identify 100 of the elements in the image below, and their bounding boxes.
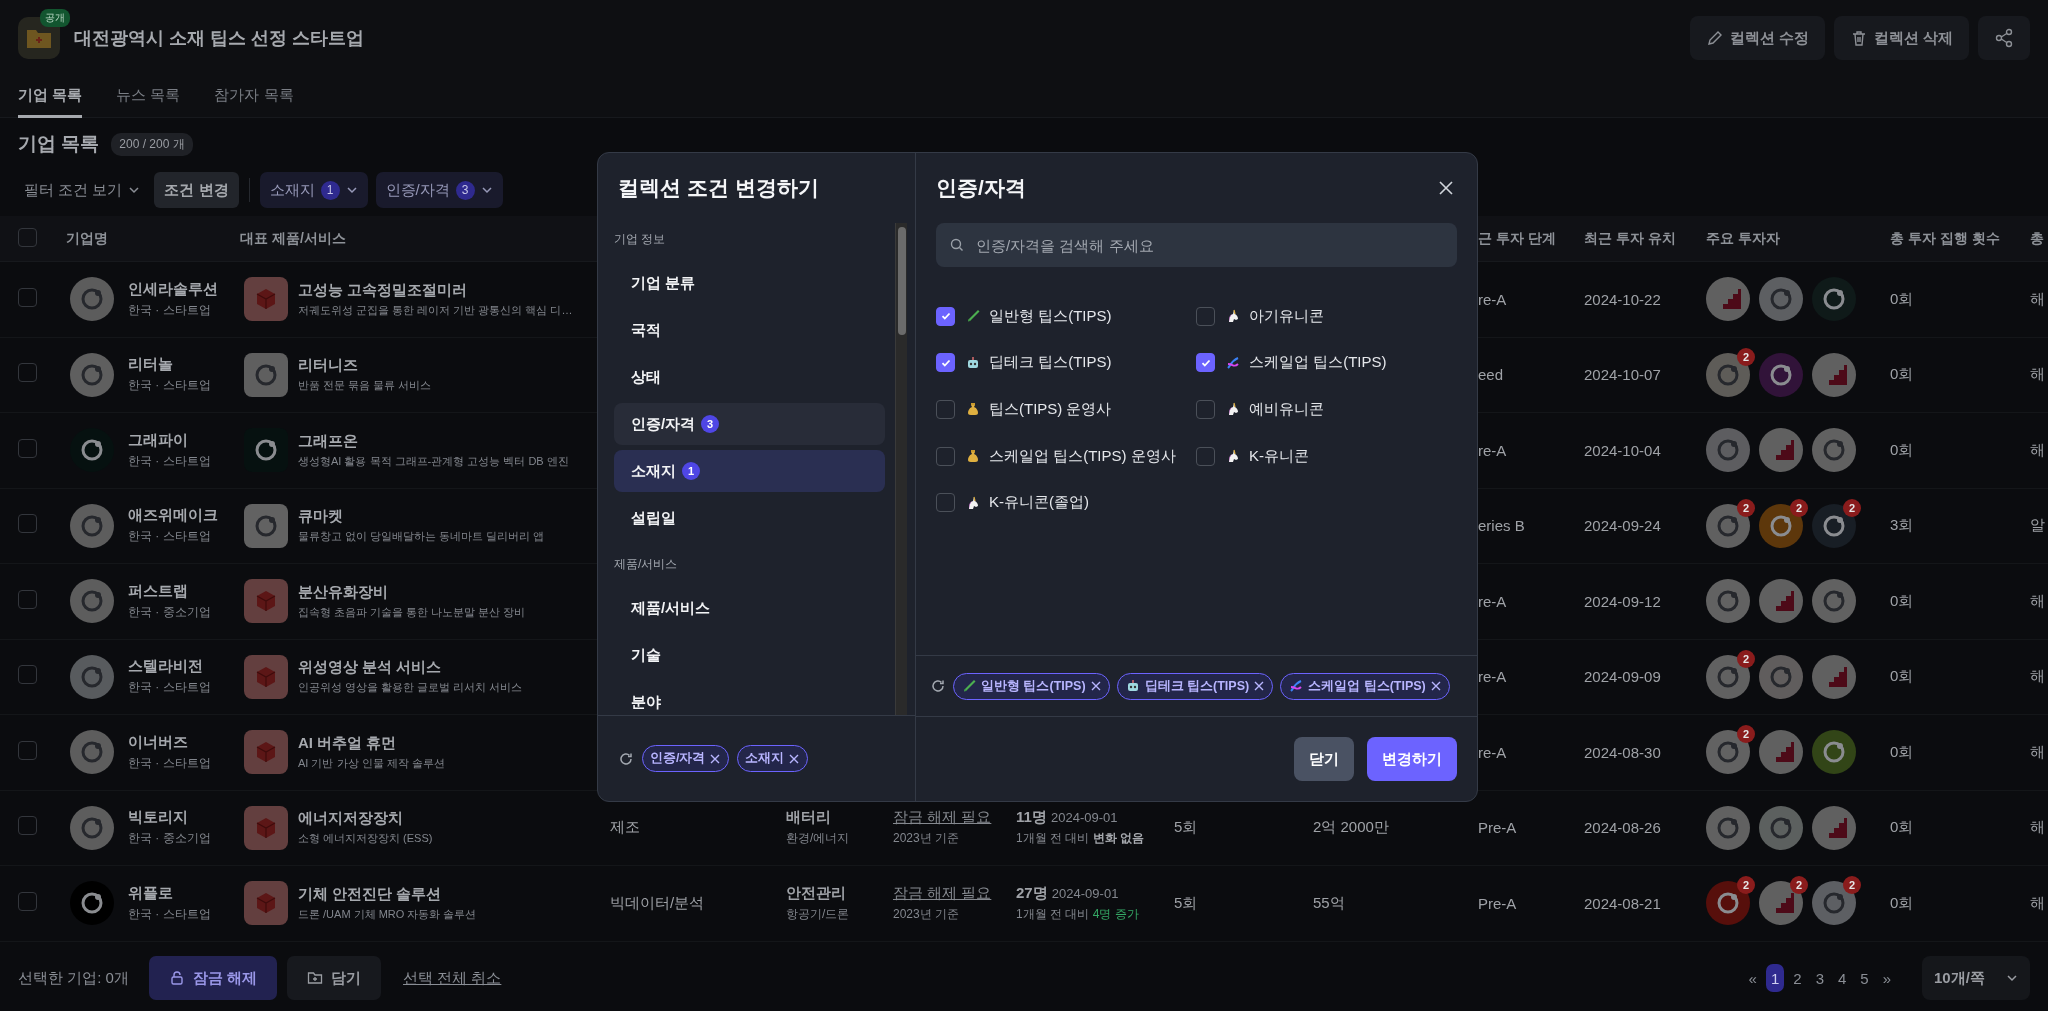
company-name[interactable]: 위플로 bbox=[128, 883, 211, 903]
checkbox[interactable] bbox=[18, 816, 37, 836]
filter-chip[interactable]: 소재지 1 bbox=[259, 172, 368, 208]
filter-category[interactable]: 상태 bbox=[614, 356, 885, 398]
option-label[interactable]: 스케일업 팁스(TIPS) 운영사 bbox=[989, 446, 1176, 466]
edit-button[interactable]: 컬렉션 수정 bbox=[1689, 16, 1825, 60]
product-name[interactable]: 분산유화장비 bbox=[298, 582, 526, 602]
clear-selection-link[interactable]: 선택 전체 취소 bbox=[391, 956, 514, 1000]
close-icon[interactable] bbox=[788, 752, 801, 765]
checkbox[interactable] bbox=[1196, 306, 1215, 326]
refresh-icon[interactable] bbox=[618, 750, 634, 767]
option-label[interactable]: 팁스(TIPS) 운영사 bbox=[989, 400, 1112, 419]
change-filter-button[interactable]: 조건 변경 bbox=[154, 172, 239, 208]
product-name[interactable]: 고성능 고속정밀조절미러 bbox=[298, 280, 573, 300]
table-cell-text: 2024-10-04 bbox=[1584, 441, 1662, 459]
unlock-link[interactable]: 잠금 해제 필요 bbox=[893, 883, 1016, 903]
company-name[interactable]: 리터놀 bbox=[128, 355, 211, 375]
tab[interactable]: 뉴스 목록 bbox=[116, 76, 181, 118]
delete-button[interactable]: 컬렉션 삭제 bbox=[1833, 16, 1969, 60]
option-label[interactable]: K-유니콘(졸업) bbox=[989, 493, 1089, 513]
close-icon[interactable] bbox=[709, 752, 722, 765]
money-bag-icon bbox=[965, 401, 981, 418]
filter-category[interactable]: 인증/자격 3 bbox=[614, 403, 885, 445]
filter-category[interactable]: 국적 bbox=[614, 309, 885, 351]
last-page-button[interactable]: » bbox=[1877, 964, 1896, 992]
page-button[interactable]: 4 bbox=[1832, 964, 1852, 992]
filter-category[interactable]: 설립일 bbox=[614, 497, 885, 539]
product-name[interactable]: 그래프온 bbox=[298, 431, 569, 451]
checkbox[interactable] bbox=[1196, 400, 1215, 419]
option-label[interactable]: 아기유니콘 bbox=[1249, 306, 1324, 326]
product-name[interactable]: 큐마켓 bbox=[298, 507, 545, 527]
search-field[interactable]: 인증/자격을 검색해 주세요 bbox=[936, 223, 1457, 267]
filter-category[interactable]: 기술 bbox=[614, 634, 885, 676]
filter-chip[interactable]: 소재지 bbox=[737, 745, 809, 772]
product-name[interactable]: 리터니즈 bbox=[298, 356, 432, 376]
filter-chip[interactable]: 인증/자격 3 bbox=[375, 172, 503, 208]
checkbox[interactable] bbox=[936, 493, 955, 513]
product-logo bbox=[244, 352, 288, 397]
share-button[interactable] bbox=[1978, 16, 2030, 60]
unlock-link[interactable]: 잠금 해제 필요 bbox=[893, 808, 1016, 828]
filter-category[interactable]: 기업 분류 bbox=[614, 262, 885, 304]
checkbox[interactable] bbox=[18, 363, 37, 383]
page-button[interactable]: 3 bbox=[1810, 964, 1829, 992]
selected-chip[interactable]: 딥테크 팁스(TIPS) bbox=[1116, 672, 1274, 700]
option-label[interactable]: 예비유니콘 bbox=[1249, 400, 1324, 419]
product-name[interactable]: 기체 안전진단 솔루션 bbox=[298, 884, 477, 904]
filter-category[interactable]: 제품/서비스 bbox=[614, 587, 885, 629]
page-button[interactable]: 1 bbox=[1765, 964, 1785, 992]
unlock-button[interactable]: 잠금 해제 bbox=[148, 956, 278, 1000]
checkbox[interactable] bbox=[936, 306, 955, 326]
selected-chip[interactable]: 일반형 팁스(TIPS) bbox=[953, 672, 1110, 700]
page-size-select[interactable]: 10개/쪽 bbox=[1922, 956, 2030, 1000]
page-button[interactable]: 5 bbox=[1855, 964, 1874, 992]
company-name[interactable]: 퍼스트랩 bbox=[128, 581, 211, 601]
checkbox[interactable] bbox=[18, 891, 37, 911]
company-name[interactable]: 빅토리지 bbox=[128, 808, 211, 828]
filter-category[interactable]: 소재지 1 bbox=[614, 450, 885, 492]
close-icon[interactable] bbox=[1253, 680, 1266, 692]
refresh-icon[interactable] bbox=[930, 678, 946, 694]
selected-chip[interactable]: 스케일업 팁스(TIPS) bbox=[1280, 672, 1450, 700]
product-description: 반품 전문 묶음 물류 서비스 bbox=[298, 378, 432, 394]
checkbox[interactable] bbox=[936, 446, 955, 466]
field-name: 배터리 bbox=[786, 808, 832, 828]
filter-category[interactable]: 분야 bbox=[614, 681, 885, 715]
checkbox[interactable] bbox=[936, 400, 955, 419]
page-button[interactable]: 2 bbox=[1788, 964, 1807, 992]
close-icon[interactable] bbox=[1089, 680, 1102, 692]
option-label[interactable]: 딥테크 팁스(TIPS) bbox=[989, 353, 1112, 373]
option-label[interactable]: 스케일업 팁스(TIPS) bbox=[1249, 353, 1387, 373]
checkbox[interactable] bbox=[936, 353, 955, 373]
company-name[interactable]: 애즈위메이크 bbox=[128, 506, 218, 526]
tab[interactable]: 참가자 목록 bbox=[214, 76, 294, 118]
first-page-button[interactable]: « bbox=[1743, 964, 1762, 992]
investor-logo bbox=[1759, 579, 1803, 624]
checkbox[interactable] bbox=[1196, 353, 1215, 373]
filter-toggle[interactable]: 필터 조건 보기 bbox=[18, 179, 147, 201]
checkbox[interactable] bbox=[18, 438, 37, 458]
product-name[interactable]: 에너지저장장치 bbox=[298, 809, 433, 829]
checkbox[interactable] bbox=[18, 287, 37, 307]
checkbox[interactable] bbox=[18, 227, 37, 247]
checkbox[interactable] bbox=[18, 589, 37, 609]
tab[interactable]: 기업 목록 bbox=[18, 76, 83, 118]
company-name[interactable]: 스텔라비전 bbox=[128, 657, 211, 677]
option-label[interactable]: 일반형 팁스(TIPS) bbox=[989, 306, 1112, 326]
checkbox[interactable] bbox=[18, 514, 37, 534]
company-name[interactable]: 인세라솔루션 bbox=[128, 279, 218, 299]
company-name[interactable]: 그래파이 bbox=[128, 430, 211, 450]
close-icon[interactable] bbox=[1429, 680, 1442, 692]
product-name[interactable]: AI 버추얼 휴먼 bbox=[298, 733, 445, 753]
checkbox[interactable] bbox=[18, 740, 37, 760]
save-button[interactable]: 담기 bbox=[287, 956, 382, 1000]
checkbox[interactable] bbox=[18, 665, 37, 685]
close-button[interactable] bbox=[1437, 179, 1455, 197]
product-name[interactable]: 위성영상 분석 서비스 bbox=[298, 658, 523, 678]
company-name[interactable]: 이너버즈 bbox=[128, 732, 211, 752]
option-label[interactable]: K-유니콘 bbox=[1249, 446, 1309, 466]
checkbox[interactable] bbox=[1196, 446, 1215, 466]
filter-chip[interactable]: 인증/자격 bbox=[642, 745, 730, 772]
apply-button[interactable]: 변경하기 bbox=[1367, 737, 1457, 781]
close-dialog-button[interactable]: 닫기 bbox=[1294, 737, 1354, 781]
